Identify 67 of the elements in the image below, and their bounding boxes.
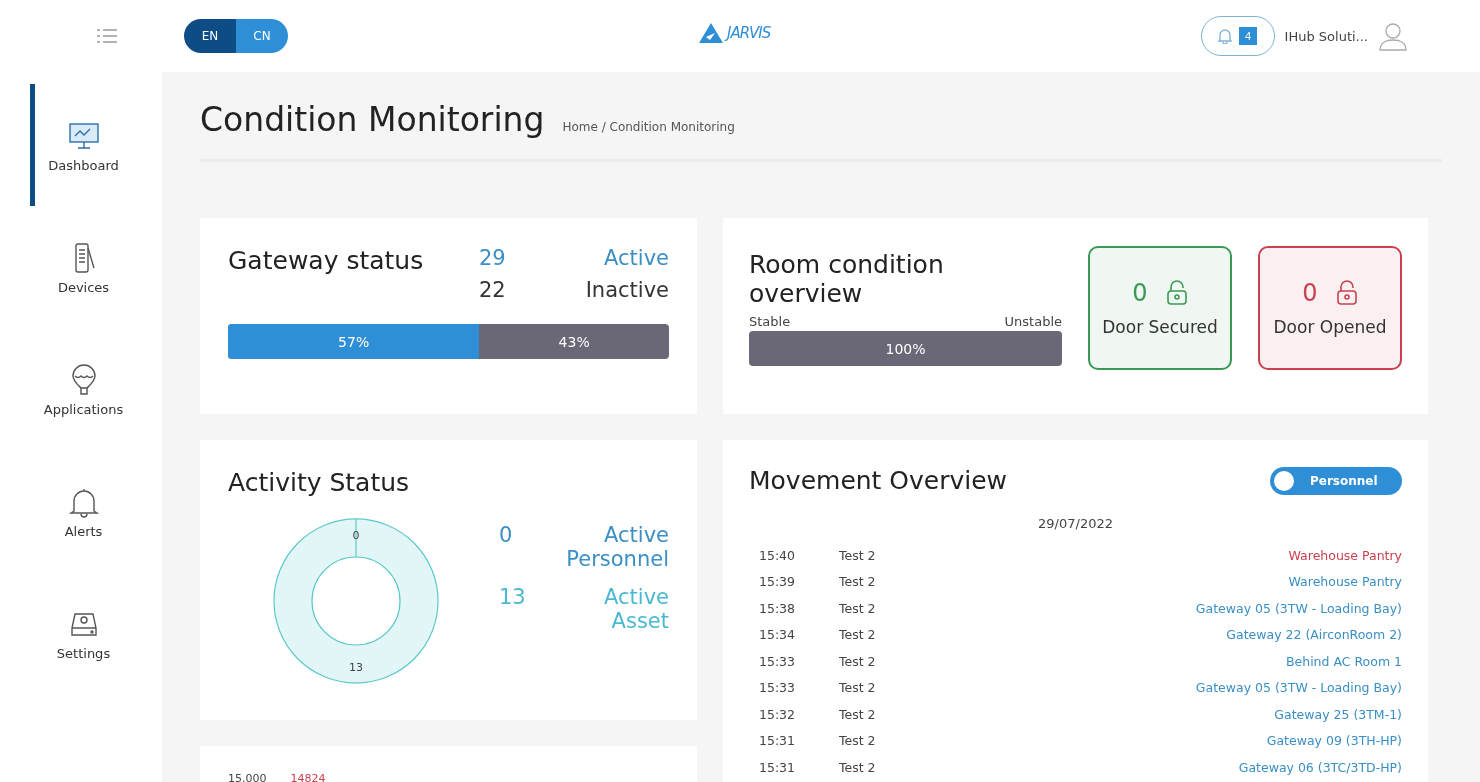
sidebar-item[interactable]: Settings [30, 572, 162, 694]
stat-count: 22 [479, 278, 507, 302]
name-cell-text: Test 2 [839, 627, 877, 643]
stat-count: 0 [499, 523, 514, 549]
time-cell-text: 15:33 [758, 680, 797, 696]
data-label: 0 [352, 529, 360, 542]
padlock-icon [1335, 280, 1358, 306]
door-label: Door Opened [1273, 317, 1387, 337]
location-cell-text: Gateway 06 (3TC/3TD-HP) [1237, 759, 1402, 775]
card-title: Room condition overview [749, 250, 945, 308]
sidebar-item[interactable]: Dashboard [30, 84, 162, 206]
name-cell-text: Test 2 [839, 547, 877, 563]
time-cell-text: 15:33 [758, 653, 797, 669]
name-cell-text: Test 2 [839, 733, 877, 749]
location-cell-text: Gateway 25 (3TM-1) [1273, 706, 1402, 722]
user-avatar-icon[interactable] [1378, 21, 1408, 51]
data-label: 13 [349, 661, 363, 674]
sidebar-item[interactable]: Applications [30, 328, 162, 450]
location-cell-text: Behind AC Room 1 [1284, 653, 1402, 669]
door-count: 0 [1302, 279, 1318, 307]
stat-label: Active [603, 246, 669, 270]
name-cell-text: Test 2 [839, 574, 877, 590]
location-cell-text: Gateway 22 (AirconRoom 2) [1225, 627, 1402, 643]
location-cell-text: Gateway 05 (3TW - Loading Bay) [1194, 680, 1402, 696]
sidebar-item[interactable]: Alerts [30, 450, 162, 572]
scale-label: Unstable [1004, 314, 1062, 329]
location-cell-text: Warehouse Pantry [1287, 574, 1402, 590]
time-cell-text: 15:32 [758, 706, 797, 722]
menu-icon[interactable] [96, 28, 118, 44]
time-cell-text: 15:34 [758, 627, 797, 643]
progress-fill: 100% [749, 331, 1062, 366]
time-cell-text: 15:31 [758, 733, 797, 749]
bell-icon [1218, 28, 1233, 44]
sidebar-item[interactable]: Devices [30, 206, 162, 328]
name-cell-text: Test 2 [839, 600, 877, 616]
progress-fill: 57% [228, 324, 480, 359]
logo-triangle-icon [698, 22, 724, 44]
value-label: 14824 [290, 772, 326, 782]
location-cell-text: Gateway 05 (3TW - Loading Bay) [1194, 600, 1402, 616]
stat-label: Active Asset [603, 585, 669, 633]
time-cell-text: 15:38 [758, 600, 797, 616]
language-toggle[interactable]: EN [184, 19, 236, 53]
time-cell-text: 15:31 [758, 759, 797, 775]
time-cell-text: 15:40 [758, 547, 797, 563]
page-title: Condition Monitoring [200, 100, 545, 139]
date-label: 29/07/2022 [1038, 516, 1113, 531]
stat-label: Active Personnel [565, 523, 669, 571]
user-name[interactable]: IHub Soluti... [1284, 28, 1368, 44]
card-title: Gateway status [228, 246, 424, 277]
stat-count: 29 [479, 246, 507, 270]
name-cell-text: Test 2 [839, 759, 877, 775]
card-title: Activity Status [228, 468, 411, 497]
breadcrumb: Home / Condition Monitoring [562, 120, 735, 134]
stat-count: 13 [499, 585, 527, 611]
scale-label: Stable [749, 314, 791, 329]
location-cell-text: Warehouse Pantry [1287, 547, 1402, 563]
stat-label: Inactive [584, 278, 669, 302]
name-cell-text: Test 2 [839, 653, 877, 669]
location-cell-text: Gateway 09 (3TH-HP) [1265, 733, 1402, 749]
padlock-icon [1165, 280, 1188, 306]
time-cell-text: 15:39 [758, 574, 797, 590]
door-label: Door Secured [1102, 317, 1218, 337]
door-count: 0 [1132, 279, 1148, 307]
name-cell-text: Test 2 [839, 680, 877, 696]
name-cell-text: Test 2 [839, 706, 877, 722]
card-title: Movement Overview [749, 466, 1008, 495]
bar-reading: 43% [558, 333, 590, 350]
